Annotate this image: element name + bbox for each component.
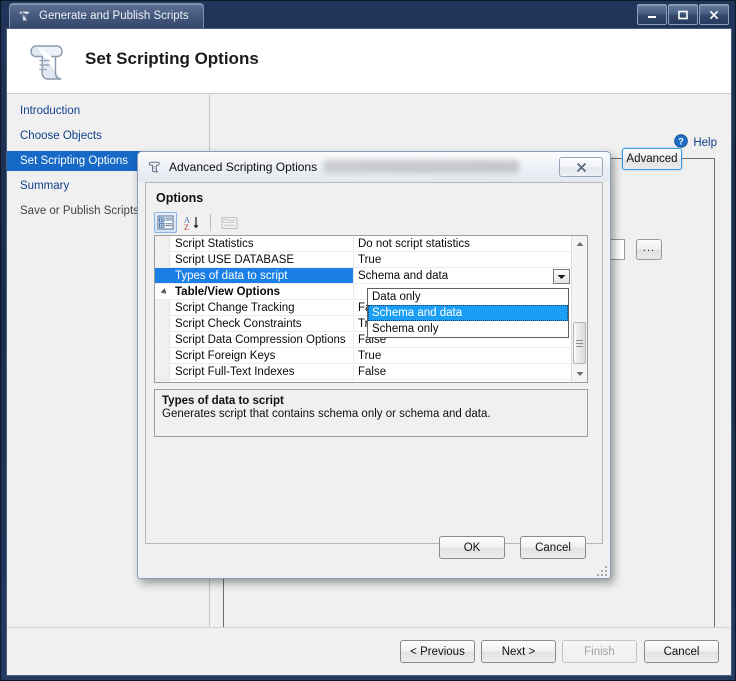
resize-grip[interactable] [595,564,607,576]
property-name: Script Statistics [175,238,254,250]
property-value[interactable]: Do not script statistics [353,236,587,251]
wizard-footer: < Previous Next > Finish Cancel [7,627,731,675]
wizard-header: Set Scripting Options [7,29,731,94]
property-name: Script Full-Text Indexes [175,366,295,378]
svg-text:?: ? [679,136,685,146]
chevron-down-icon[interactable] [553,269,570,284]
script-scroll-icon [18,9,32,23]
property-pages-icon [218,212,241,233]
dropdown-option[interactable]: Data only [368,289,568,305]
window-title-tab[interactable]: Generate and Publish Scripts [9,3,204,28]
minimize-icon[interactable] [637,4,667,25]
dialog-title: Advanced Scripting Options [169,160,318,174]
dropdown-list[interactable]: Data only Schema and data Schema only [367,288,569,338]
scroll-up-icon[interactable] [572,236,587,252]
property-value[interactable]: True [353,252,587,267]
close-icon[interactable] [559,157,603,177]
window-client-area: Set Scripting Options Introduction Choos… [6,28,732,676]
advanced-scripting-options-dialog: Advanced Scripting Options Options A Z S… [137,151,611,579]
dropdown-option-selected[interactable]: Schema and data [368,305,568,321]
table-row[interactable]: Script Indexes False [155,380,587,382]
property-name: Script Change Tracking [175,302,295,314]
property-name: Script Check Constraints [175,318,302,330]
grip-lines-icon [576,338,583,349]
table-row[interactable]: Script USE DATABASE True [155,252,587,268]
next-button[interactable]: Next > [481,640,556,663]
dialog-titlebar: Advanced Scripting Options [138,152,610,182]
property-name: Script Foreign Keys [175,350,276,362]
categorized-view-icon[interactable] [154,212,177,233]
scrollbar-thumb[interactable] [573,322,586,364]
dialog-ok-button[interactable]: OK [439,536,505,559]
browse-button[interactable]: ... [636,239,662,260]
scroll-down-icon[interactable] [572,366,587,382]
property-grid-toolbar: A Z [154,210,594,235]
dropdown-option[interactable]: Schema only [368,321,568,337]
options-heading: Options [156,191,204,205]
dialog-body: Options A Z Script Statistics Do not scr… [145,182,603,544]
vertical-scrollbar[interactable] [571,236,587,382]
category-name: Table/View Options [155,284,353,299]
dialog-title-group: Advanced Scripting Options [148,160,317,174]
window-title: Generate and Publish Scripts [39,10,189,22]
sidebar-item-choose-objects[interactable]: Choose Objects [7,126,209,146]
help-label: Help [693,136,717,149]
property-name: Types of data to script [155,268,353,283]
property-grid[interactable]: Script Statistics Do not script statisti… [154,235,588,383]
table-row-selected[interactable]: Types of data to script Schema and data [155,268,587,284]
property-value[interactable]: True [353,348,587,363]
close-icon[interactable] [699,4,729,25]
dialog-cancel-button[interactable]: Cancel [520,536,586,559]
table-row[interactable]: Script Statistics Do not script statisti… [155,236,587,252]
advanced-button[interactable]: Advanced [622,148,682,170]
finish-button: Finish [562,640,637,663]
toolbar-separator [210,214,211,231]
property-value[interactable]: False [353,364,587,379]
window-controls [637,4,729,25]
property-value[interactable]: False [353,380,587,382]
script-scroll-icon [24,39,70,85]
table-row[interactable]: Script Full-Text Indexes False [155,364,587,380]
description-text: Generates script that contains schema on… [162,408,491,420]
application-window: Generate and Publish Scripts Set Scripti… [0,0,736,681]
description-title: Types of data to script [162,395,284,407]
svg-text:Z: Z [184,223,189,231]
window-titlebar: Generate and Publish Scripts [1,1,736,28]
property-name: Script Data Compression Options [175,334,346,346]
alphabetical-sort-icon[interactable]: A Z [180,212,203,233]
property-value-editor[interactable]: Schema and data [353,268,587,283]
sidebar-item-introduction[interactable]: Introduction [7,101,209,121]
blurred-background-text [324,160,519,173]
cancel-button[interactable]: Cancel [644,640,719,663]
previous-button[interactable]: < Previous [400,640,475,663]
maximize-icon[interactable] [668,4,698,25]
page-title: Set Scripting Options [85,49,259,68]
script-scroll-icon [148,160,162,174]
property-name: Script USE DATABASE [175,254,295,266]
property-name: Script Indexes [155,380,353,382]
table-row[interactable]: Script Foreign Keys True [155,348,587,364]
description-panel: Types of data to script Generates script… [154,389,588,437]
